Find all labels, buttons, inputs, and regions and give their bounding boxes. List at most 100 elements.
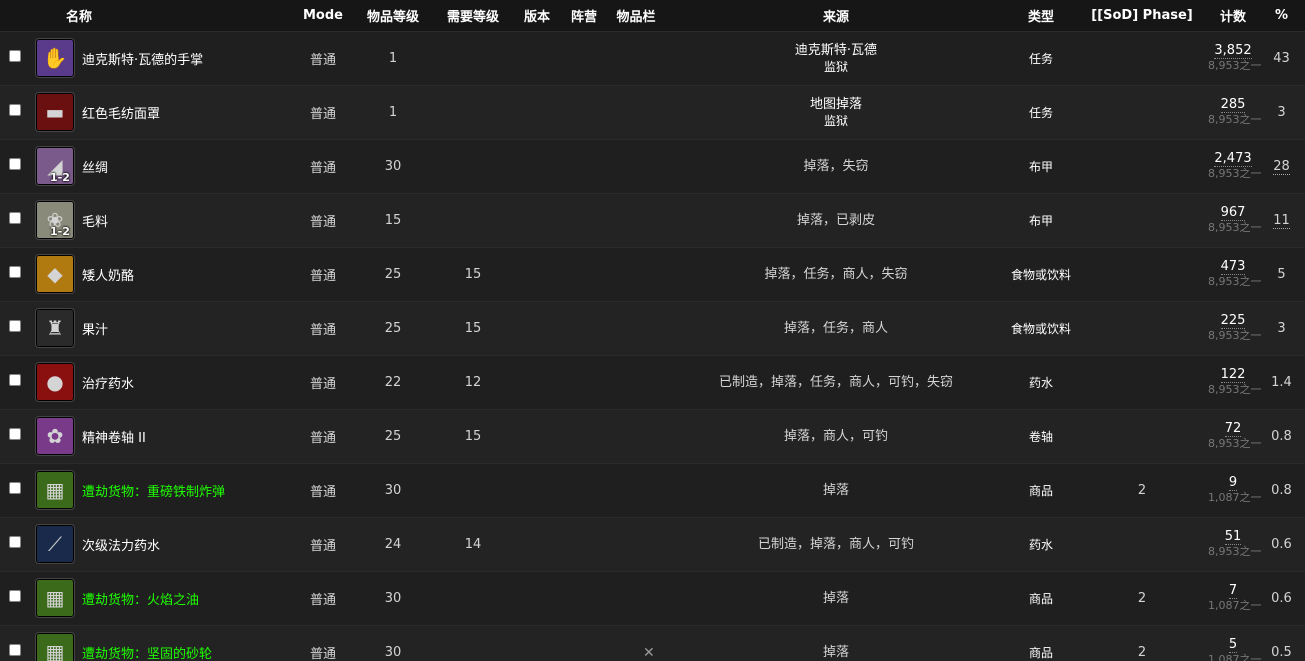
name-cell: ◢ 1-2 丝绸 (30, 138, 294, 193)
row-checkbox[interactable] (9, 104, 21, 116)
item-name-link[interactable]: 遭劫货物：重磅铁制炸弹 (82, 481, 225, 500)
table-row[interactable]: ❀ 1-2 毛料 普通 15 掉落，已剥皮 布甲 967 8,953之一 11 (0, 192, 1305, 247)
juice-icon[interactable]: ♜ (35, 308, 75, 348)
source-cell: 已制造，掉落，任务，商人，可钓，失窃 (666, 354, 1006, 409)
row-checkbox[interactable] (9, 374, 21, 386)
header-faction[interactable]: 阵营 (562, 0, 606, 31)
count-value[interactable]: 51 (1224, 529, 1242, 545)
row-checkbox[interactable] (9, 428, 21, 440)
scroll-icon[interactable]: ✿ (35, 416, 75, 456)
row-checkbox[interactable] (9, 266, 21, 278)
source-main[interactable]: 掉落，失窃 (666, 157, 1006, 176)
source-main[interactable]: 已制造，掉落，任务，商人，可钓，失窃 (666, 373, 1006, 392)
silk-cloth-icon[interactable]: ◢ 1-2 (35, 146, 75, 186)
source-main[interactable]: 掉落，任务，商人，失窃 (666, 265, 1006, 284)
row-checkbox[interactable] (9, 158, 21, 170)
item-name-link[interactable]: 遭劫货物：火焰之油 (82, 589, 199, 608)
header-source[interactable]: 来源 (666, 0, 1006, 31)
source-main[interactable]: 迪克斯特·瓦德 (666, 41, 1006, 60)
item-name-link[interactable]: 精神卷轴 II (82, 427, 146, 446)
source-main[interactable]: 地图掉落 (666, 95, 1006, 114)
row-checkbox[interactable] (9, 320, 21, 332)
chest-icon[interactable]: ▦ (35, 578, 75, 618)
table-row[interactable]: ◢ 1-2 丝绸 普通 30 掉落，失窃 布甲 2,473 8,953之一 28 (0, 138, 1305, 193)
source-zone[interactable]: 监狱 (666, 114, 1006, 129)
source-cell: 已制造，掉落，商人，可钓 (666, 516, 1006, 571)
item-name-link[interactable]: 红色毛纺面罩 (82, 103, 160, 122)
count-value[interactable]: 5 (1228, 637, 1238, 653)
header-item-level[interactable]: 物品等级 (352, 0, 434, 31)
count-value[interactable]: 9 (1228, 475, 1238, 491)
table-row[interactable]: ♜ 果汁 普通 25 15 掉落，任务，商人 食物或饮料 225 8,953之一… (0, 300, 1305, 355)
item-name-link[interactable]: 治疗药水 (82, 373, 134, 392)
count-value[interactable]: 72 (1224, 421, 1242, 437)
count-value[interactable]: 7 (1228, 583, 1238, 599)
source-zone[interactable]: 监狱 (666, 60, 1006, 75)
row-checkbox[interactable] (9, 212, 21, 224)
header-type[interactable]: 类型 (1006, 0, 1076, 31)
source-main[interactable]: 掉落，商人，可钓 (666, 427, 1006, 446)
count-value[interactable]: 3,852 (1214, 43, 1252, 59)
header-phase[interactable]: [[SoD] Phase] (1076, 0, 1208, 31)
count-value[interactable]: 473 (1220, 259, 1246, 275)
table-row[interactable]: ▦ 遭劫货物：重磅铁制炸弹 普通 30 掉落 商品 2 9 1,087之一 0.… (0, 462, 1305, 517)
header-mode[interactable]: Mode (294, 0, 352, 31)
header-slot[interactable]: 物品栏 (606, 0, 666, 31)
source-cell: 掉落，已剥皮 (666, 192, 1006, 247)
table-row[interactable]: ● 治疗药水 普通 22 12 已制造，掉落，任务，商人，可钓，失窃 药水 12… (0, 354, 1305, 409)
row-checkbox[interactable] (9, 50, 21, 62)
row-checkbox[interactable] (9, 536, 21, 548)
count-value[interactable]: 967 (1220, 205, 1246, 221)
row-checkbox[interactable] (9, 482, 21, 494)
header-row: 名称 Mode 物品等级 需要等级 版本 阵营 物品栏 来源 类型 [[SoD]… (0, 0, 1305, 31)
source-main[interactable]: 掉落 (666, 643, 1006, 661)
row-checkbox[interactable] (9, 644, 21, 656)
chest-icon[interactable]: ▦ (35, 632, 75, 661)
item-name-link[interactable]: 遭劫货物：坚固的砂轮 (82, 643, 212, 661)
item-name-link[interactable]: 矮人奶酪 (82, 265, 134, 284)
header-count[interactable]: 计数 (1208, 0, 1258, 31)
source-main[interactable]: 掉落，已剥皮 (666, 211, 1006, 230)
table-row[interactable]: ▬ 红色毛纺面罩 普通 1 地图掉落 监狱 任务 285 8,953之一 3 (0, 84, 1305, 139)
item-name-link[interactable]: 果汁 (82, 319, 108, 338)
pct-cell: 0.8 (1258, 462, 1305, 517)
source-main[interactable]: 掉落 (666, 589, 1006, 608)
version-cell (512, 408, 562, 463)
header-pct[interactable]: % (1258, 0, 1305, 31)
chevron-down-icon[interactable]: ✕ (643, 645, 655, 661)
table-row[interactable]: ◆ 矮人奶酪 普通 25 15 掉落，任务，商人，失窃 食物或饮料 473 8,… (0, 246, 1305, 301)
item-name-link[interactable]: 丝绸 (82, 157, 108, 176)
wool-cloth-icon[interactable]: ❀ 1-2 (35, 200, 75, 240)
table-row[interactable]: ⟋ 次级法力药水 普通 24 14 已制造，掉落，商人，可钓 药水 51 8,9… (0, 516, 1305, 571)
table-row[interactable]: ✋ 迪克斯特·瓦德的手掌 普通 1 迪克斯特·瓦德 监狱 任务 3,852 8,… (0, 30, 1305, 85)
red-mask-icon[interactable]: ▬ (35, 92, 75, 132)
healing-potion-icon[interactable]: ● (35, 362, 75, 402)
table-row[interactable]: ✿ 精神卷轴 II 普通 25 15 掉落，商人，可钓 卷轴 72 8,953之… (0, 408, 1305, 463)
header-req-level[interactable]: 需要等级 (434, 0, 512, 31)
count-cell: 122 8,953之一 (1208, 354, 1262, 409)
cheese-icon[interactable]: ◆ (35, 254, 75, 294)
header-version[interactable]: 版本 (512, 0, 562, 31)
faction-cell (562, 516, 606, 571)
item-name-link[interactable]: 毛料 (82, 211, 108, 230)
count-value[interactable]: 285 (1220, 97, 1246, 113)
count-value[interactable]: 2,473 (1214, 151, 1252, 167)
slot-cell (606, 624, 666, 661)
item-name-link[interactable]: 次级法力药水 (82, 535, 160, 554)
chest-icon[interactable]: ▦ (35, 470, 75, 510)
table-row[interactable]: ▦ 遭劫货物：火焰之油 普通 30 掉落 商品 2 7 1,087之一 0.6 (0, 570, 1305, 625)
source-cell: 掉落，失窃 (666, 138, 1006, 193)
row-checkbox[interactable] (9, 590, 21, 602)
source-main[interactable]: 已制造，掉落，商人，可钓 (666, 535, 1006, 554)
header-name[interactable]: 名称 (30, 0, 294, 31)
mana-potion-icon[interactable]: ⟋ (35, 524, 75, 564)
req-level-cell: 14 (434, 516, 512, 571)
faction-cell (562, 300, 606, 355)
count-value[interactable]: 122 (1220, 367, 1246, 383)
item-name-link[interactable]: 迪克斯特·瓦德的手掌 (82, 49, 203, 68)
count-cell: 5 1,087之一 (1208, 624, 1262, 661)
source-main[interactable]: 掉落，任务，商人 (666, 319, 1006, 338)
source-main[interactable]: 掉落 (666, 481, 1006, 500)
count-value[interactable]: 225 (1220, 313, 1246, 329)
dextren-hand-icon[interactable]: ✋ (35, 38, 75, 78)
